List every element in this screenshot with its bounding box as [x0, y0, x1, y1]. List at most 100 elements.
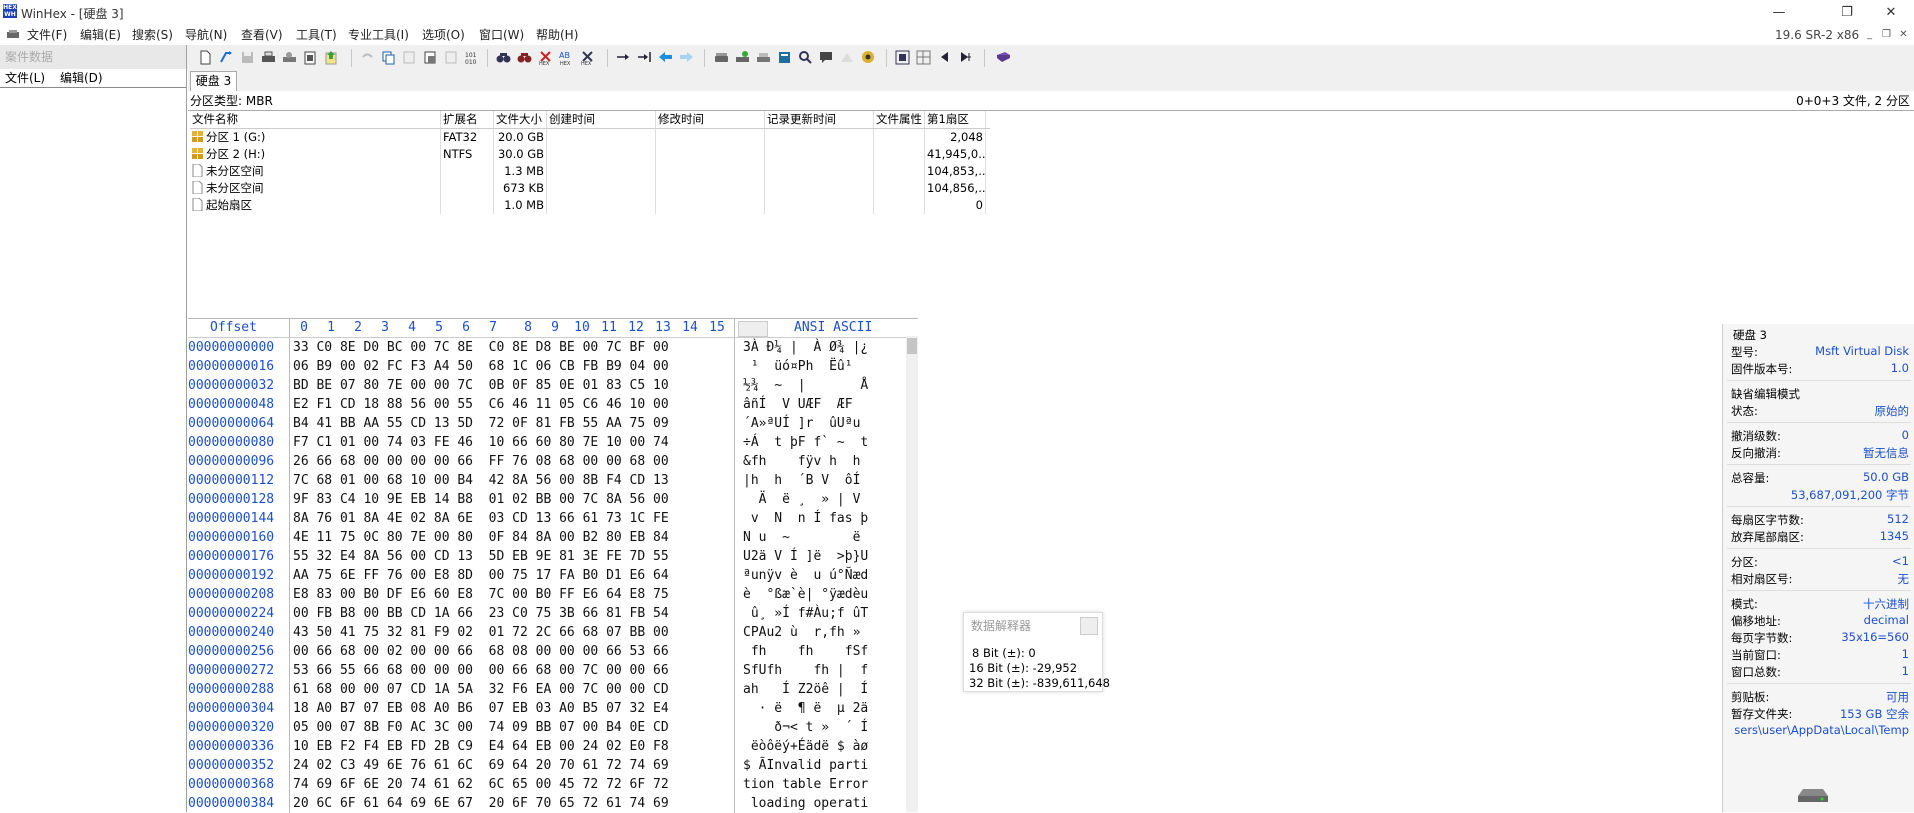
- minimize-button[interactable]: —: [1756, 0, 1802, 25]
- close-button[interactable]: ✕: [1868, 0, 1914, 25]
- ram-editor-icon[interactable]: [755, 49, 772, 66]
- table-row[interactable]: 分区 1 (G:) FAT32 20.0 GB 2,048: [190, 129, 990, 146]
- hex-ascii[interactable]: û¸ »Í f#Àu;f ûT: [743, 604, 868, 623]
- system-menu-icon[interactable]: [6, 29, 20, 41]
- options-icon[interactable]: [860, 49, 877, 66]
- hex-row[interactable]: 00000000128 9F 83 C4 10 9E EB 14 B8 01 02…: [188, 490, 918, 509]
- hex-row[interactable]: 00000000224 00 FB B8 00 BB CD 1A 66 23 C0…: [188, 604, 918, 623]
- search-hex-icon[interactable]: HEX: [579, 49, 596, 66]
- hex-ascii[interactable]: 3À Ð¼ | À Ø¾ |¿: [743, 338, 876, 357]
- menu-pro-tools[interactable]: 专业工具(I): [348, 25, 409, 45]
- hex-row[interactable]: 00000000144 8A 76 01 8A 4E 02 8A 6E 03 CD…: [188, 509, 918, 528]
- clipboard-icon[interactable]: [302, 49, 319, 66]
- hex-bytes[interactable]: 4E 11 75 0C 80 7E 00 80 0F 84 8A 00 B2 8…: [293, 528, 669, 547]
- properties-icon[interactable]: [281, 49, 298, 66]
- hex-ascii[interactable]: ¹ üó¤Ph Ëû¹: [743, 357, 868, 376]
- hex-bytes[interactable]: AA 75 6E FF 76 00 E8 8D 00 75 17 FA B0 D…: [293, 566, 669, 585]
- hex-ascii[interactable]: v N n Í fas þ: [743, 509, 868, 528]
- hex-row[interactable]: 00000000096 26 66 68 00 00 00 00 66 FF 76…: [188, 452, 918, 471]
- hex-ascii[interactable]: tion table Error: [743, 775, 868, 794]
- back-icon[interactable]: [657, 49, 674, 66]
- hex-ascii[interactable]: ªunÿv è u ú°Ñæd: [743, 566, 868, 585]
- forward-icon[interactable]: [678, 49, 695, 66]
- menu-window[interactable]: 窗口(W): [479, 25, 524, 45]
- hex-bytes[interactable]: 9F 83 C4 10 9E EB 14 B8 01 02 BB 00 7C 8…: [293, 490, 669, 509]
- hex-ascii[interactable]: ëòôëý+Éädë $ àø: [743, 737, 868, 756]
- hex-bytes[interactable]: 53 66 55 66 68 00 00 00 00 66 68 00 7C 0…: [293, 661, 669, 680]
- mdi-restore-icon[interactable]: ❐: [1880, 28, 1893, 41]
- disk-editor-icon[interactable]: [734, 49, 751, 66]
- data-interpreter[interactable]: 数据解释器 8 Bit (±): 0 16 Bit (±): -29,952 3…: [963, 612, 1110, 692]
- mdi-minimize-icon[interactable]: _: [1863, 28, 1876, 41]
- hex-editor[interactable]: Offset 0 1 2 3 4 5 6 7 8 9 10 11 12 13 14 15 ANSI ASCII…: [188, 318, 918, 813]
- hex-row[interactable]: 00000000368 74 69 6F 6E 20 74 61 62 6C 65…: [188, 775, 918, 794]
- hex-scrollbar[interactable]: [906, 336, 918, 812]
- hex-bytes[interactable]: 8A 76 01 8A 4E 02 8A 6E 03 CD 13 66 61 7…: [293, 509, 669, 528]
- table-row[interactable]: 未分区空间 1.3 MB 104,853,...: [190, 163, 990, 180]
- hex-bytes[interactable]: B4 41 BB AA 55 CD 13 5D 72 0F 81 FB 55 A…: [293, 414, 669, 433]
- manual-icon[interactable]: [995, 49, 1012, 66]
- hex-ascii[interactable]: U2ä V Í ]ë >þ}U: [743, 547, 868, 566]
- hex-row[interactable]: 00000000272 53 66 55 66 68 00 00 00 00 66…: [188, 661, 918, 680]
- column-header-size[interactable]: 文件大小: [494, 111, 547, 128]
- hex-bytes[interactable]: 74 69 6F 6E 20 74 61 62 6C 65 00 45 72 7…: [293, 775, 669, 794]
- hex-bytes[interactable]: 00 66 68 00 02 00 00 66 68 08 00 00 00 6…: [293, 642, 669, 661]
- scroll-thumb[interactable]: [907, 338, 917, 354]
- hex-bytes[interactable]: 26 66 68 00 00 00 00 66 FF 76 08 68 00 0…: [293, 452, 669, 471]
- menu-options[interactable]: 选项(O): [422, 25, 465, 45]
- prev-block-icon[interactable]: [936, 49, 953, 66]
- menu-edit[interactable]: 编辑(E): [80, 25, 121, 45]
- hex-row[interactable]: 00000000256 00 66 68 00 02 00 00 66 68 08…: [188, 642, 918, 661]
- new-file-icon[interactable]: [197, 49, 214, 66]
- analyze-icon[interactable]: [797, 49, 814, 66]
- hex-bytes[interactable]: 7C 68 01 00 68 10 00 B4 42 8A 56 00 8B F…: [293, 471, 669, 490]
- next-block-icon[interactable]: [957, 49, 974, 66]
- hex-bytes[interactable]: BD BE 07 80 7E 00 00 7C 0B 0F 85 0E 01 8…: [293, 376, 669, 395]
- hex-bytes[interactable]: E8 83 00 B0 DF E6 60 E8 7C 00 B0 FF E6 6…: [293, 585, 669, 604]
- hex-ascii[interactable]: ´A»ªUÍ ]r ûUªu: [743, 414, 868, 433]
- hex-ascii[interactable]: fh fh fSf: [743, 642, 868, 661]
- menu-search[interactable]: 搜索(S): [132, 25, 173, 45]
- hex-bytes[interactable]: 06 B9 00 02 FC F3 A4 50 68 1C 06 CB FB B…: [293, 357, 669, 376]
- replace-text-icon[interactable]: HEX: [537, 49, 554, 66]
- hex-row[interactable]: 00000000208 E8 83 00 B0 DF E6 60 E8 7C 00…: [188, 585, 918, 604]
- hex-bytes[interactable]: 10 EB F2 F4 EB FD 2B C9 E4 64 EB 00 24 0…: [293, 737, 669, 756]
- comments-icon[interactable]: [818, 49, 835, 66]
- hex-ascii[interactable]: CPAu2 ù r,fh »: [743, 623, 868, 642]
- hex-bytes[interactable]: 24 02 C3 49 6E 76 61 6C 69 64 20 70 61 7…: [293, 756, 669, 775]
- hex-bytes[interactable]: F7 C1 01 00 74 03 FE 46 10 66 60 80 7E 1…: [293, 433, 669, 452]
- mdi-close-icon[interactable]: ✕: [1897, 28, 1910, 41]
- paste-zero-icon[interactable]: [443, 49, 460, 66]
- menu-tools[interactable]: 工具(T): [296, 25, 337, 45]
- hex-bytes[interactable]: 20 6C 6F 61 64 69 6E 67 20 6F 70 65 72 6…: [293, 794, 669, 813]
- hash-icon[interactable]: [839, 49, 856, 66]
- hex-ascii[interactable]: è °ßæ`è| °ÿædèu: [743, 585, 868, 604]
- hex-ascii[interactable]: ½¾ ~ | Å: [743, 376, 876, 395]
- menu-view[interactable]: 查看(V): [241, 25, 283, 45]
- save-icon[interactable]: [239, 49, 256, 66]
- table-row[interactable]: 未分区空间 673 KB 104,856,...: [190, 180, 990, 197]
- hex-row[interactable]: 00000000240 43 50 41 75 32 81 F9 02 01 72…: [188, 623, 918, 642]
- hex-ascii[interactable]: ah Í Z2öê | Í: [743, 680, 868, 699]
- hex-ascii[interactable]: $ ÃInvalid parti: [743, 756, 868, 775]
- hex-bytes[interactable]: 55 32 E4 8A 56 00 CD 13 5D EB 9E 81 3E F…: [293, 547, 669, 566]
- text-mode-toggle[interactable]: [738, 321, 768, 337]
- hex-row[interactable]: 00000000304 18 A0 B7 07 EB 08 A0 B6 07 EB…: [188, 699, 918, 718]
- hex-row[interactable]: 00000000000 33 C0 8E D0 BC 00 7C 8E C0 8E…: [188, 338, 918, 357]
- hex-row[interactable]: 00000000016 06 B9 00 02 FC F3 A4 50 68 1C…: [188, 357, 918, 376]
- column-header-ext[interactable]: 扩展名: [441, 111, 494, 128]
- tab-disk-3[interactable]: 硬盘 3: [190, 71, 237, 91]
- column-header-modified[interactable]: 修改时间: [656, 111, 765, 128]
- hex-ascii[interactable]: âñÍ V UÆF ÆF: [743, 395, 868, 414]
- hex-ascii[interactable]: &fh fÿv h h: [743, 452, 868, 471]
- table-row[interactable]: 分区 2 (H:) NTFS 30.0 GB 41,945,0...: [190, 146, 990, 163]
- hex-row[interactable]: 00000000176 55 32 E4 8A 56 00 CD 13 5D EB…: [188, 547, 918, 566]
- hex-row[interactable]: 00000000048 E2 F1 CD 18 88 56 00 55 C6 46…: [188, 395, 918, 414]
- hex-row[interactable]: 00000000160 4E 11 75 0C 80 7E 00 80 0F 84…: [188, 528, 918, 547]
- hex-bytes[interactable]: 18 A0 B7 07 EB 08 A0 B6 07 EB 03 A0 B5 0…: [293, 699, 669, 718]
- hex-bytes[interactable]: 43 50 41 75 32 81 F9 02 01 72 2C 66 68 0…: [293, 623, 669, 642]
- hex-bytes[interactable]: 05 00 07 8B F0 AC 3C 00 74 09 BB 07 00 B…: [293, 718, 669, 737]
- hex-row[interactable]: 00000000352 24 02 C3 49 6E 76 61 6C 69 64…: [188, 756, 918, 775]
- column-header-name[interactable]: 文件名称: [190, 111, 441, 128]
- open-file-icon[interactable]: [218, 49, 235, 66]
